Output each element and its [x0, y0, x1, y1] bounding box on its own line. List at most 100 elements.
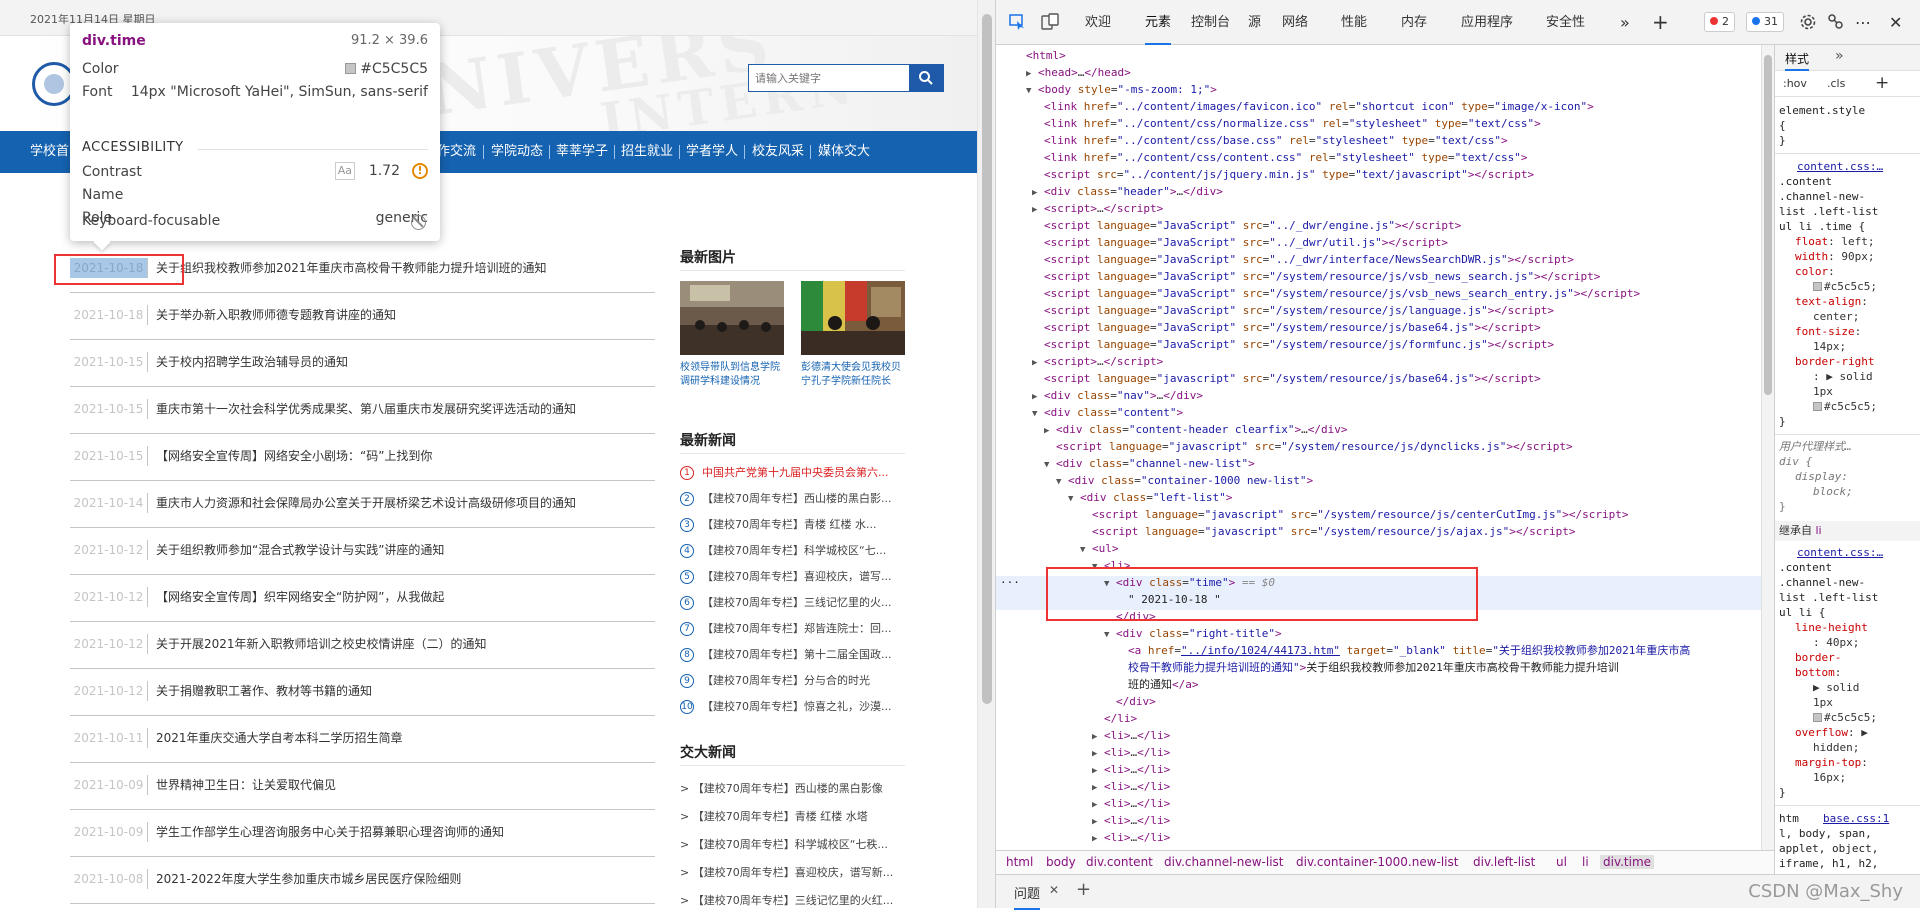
tab-performance[interactable]: 性能 [1341, 0, 1367, 45]
dom-node[interactable]: <link href="../content/images/favicon.ic… [1044, 98, 1594, 115]
style-prop[interactable]: border- [1795, 650, 1841, 665]
style-prop[interactable]: hidden; [1813, 740, 1859, 755]
style-selector[interactable]: list .left-list [1779, 204, 1878, 219]
jd-news-item[interactable]: > 【建校70周年专栏】三线记忆里的火红... [680, 892, 905, 908]
style-prop[interactable]: bottom: [1795, 665, 1841, 680]
style-prop[interactable]: line-height [1795, 620, 1868, 635]
list-item[interactable]: 2021-10-15 重庆市第十一次社会科学优秀成果奖、第八届重庆市发展研究奖评选… [70, 387, 655, 434]
dom-node[interactable]: ▶ <div class="content-header clearfix">…<… [1044, 421, 1347, 438]
list-item[interactable]: 2021-10-14 重庆市人力资源和社会保障局办公室关于开展桥梁艺术设计高级研修… [70, 481, 655, 528]
style-prop[interactable]: : ▶ solid [1813, 369, 1873, 384]
tab-network[interactable]: 网络 [1282, 0, 1308, 45]
style-selector[interactable]: htm base.css:1 [1779, 811, 1889, 826]
tab-elements[interactable]: 元素 [1145, 0, 1172, 45]
dom-node[interactable]: ▶ <script>…</script> [1032, 200, 1163, 217]
nav-item[interactable]: 学者学人 [686, 131, 738, 173]
dom-node[interactable]: ▶ <li>…</li> [1092, 812, 1170, 829]
search-input[interactable] [749, 65, 909, 91]
dom-node[interactable]: ▶ <li>…</li> [1092, 744, 1170, 761]
nav-item[interactable]: 作交流 [437, 131, 476, 173]
dom-node[interactable]: ▶ <li>…</li> [1092, 761, 1170, 778]
list-item-title[interactable]: 关于捐赠教职工著作、教材等书籍的通知 [156, 681, 651, 701]
dom-node[interactable]: </li> [1104, 710, 1137, 727]
more-tabs-icon[interactable]: » [1620, 0, 1630, 45]
dom-node[interactable]: ▼ <div class="content"> [1032, 404, 1183, 421]
list-item-title[interactable]: 重庆市第十一次社会科学优秀成果奖、第八届重庆市发展研究奖评选活动的通知 [156, 399, 651, 419]
breadcrumb-item[interactable]: div.container-1000.new-list [1296, 855, 1458, 869]
breadcrumb-item[interactable]: body [1046, 855, 1076, 869]
add-tab-icon[interactable]: + [1652, 0, 1669, 45]
style-prop[interactable]: color: [1795, 264, 1835, 279]
page-scrollbar-thumb[interactable] [982, 14, 992, 704]
list-item-title[interactable]: 关于组织教师参加“混合式教学设计与实践”讲座的通知 [156, 540, 651, 560]
style-prop[interactable]: 1px [1813, 384, 1833, 399]
style-selector[interactable]: ul li .time { [1779, 219, 1865, 234]
news-item[interactable]: 1 中国共产党第十九届中央委员会第六... [680, 464, 905, 482]
cls-toggle[interactable]: .cls [1827, 77, 1845, 90]
style-prop[interactable]: width: 90px; [1795, 249, 1874, 264]
style-prop[interactable]: 16px; [1813, 770, 1846, 785]
tab-security[interactable]: 安全性 [1546, 0, 1585, 45]
list-item-title[interactable]: 【网络安全宣传周】网络安全小剧场：“码”上找到你 [156, 446, 651, 466]
dom-node[interactable]: ▶ <script>…</script> [1032, 353, 1163, 370]
list-item[interactable]: 2021-10-11 2021年重庆交通大学自考本科二学历招生简章 [70, 716, 655, 763]
tab-console[interactable]: 控制台 [1191, 0, 1230, 45]
news-item[interactable]: 2 【建校70周年专栏】西山楼的黑白影... [680, 490, 905, 508]
breadcrumb-item[interactable]: div.content [1086, 855, 1153, 869]
nav-item[interactable]: 学校首 [30, 131, 69, 173]
hov-toggle[interactable]: :hov [1783, 77, 1807, 90]
breadcrumb-item[interactable]: html [1006, 855, 1033, 869]
breadcrumb-item[interactable]: ul [1556, 855, 1567, 869]
breadcrumb-item[interactable]: div.channel-new-list [1164, 855, 1284, 869]
list-item-title[interactable]: 重庆市人力资源和社会保障局办公室关于开展桥梁艺术设计高级研修项目的通知 [156, 493, 651, 513]
style-selector[interactable]: .channel-new- [1779, 575, 1865, 590]
dom-node[interactable]: <link href="../content/css/base.css" rel… [1044, 132, 1508, 149]
news-item[interactable]: 10 【建校70周年专栏】惊喜之礼，沙漠... [680, 698, 905, 716]
list-item-title[interactable]: 关于举办新入职教师师德专题教育讲座的通知 [156, 305, 651, 325]
errors-badge[interactable]: 2 [1704, 12, 1735, 32]
news-photo[interactable] [801, 281, 905, 355]
dom-node[interactable]: <script language="JavaScript" src="../_d… [1044, 234, 1448, 251]
style-prop[interactable]: 1px [1813, 695, 1833, 710]
dom-node[interactable]: ▼ <div class="channel-new-list"> [1044, 455, 1255, 472]
dom-node[interactable]: ▼ <ul> [1080, 540, 1119, 557]
list-item-title[interactable]: 关于校内招聘学生政治辅导员的通知 [156, 352, 651, 372]
list-item-title[interactable]: 学生工作部学生心理咨询服务中心关于招募兼职心理咨询师的通知 [156, 822, 651, 842]
dom-node[interactable]: <a href="../info/1024/44173.htm" target=… [1128, 642, 1690, 659]
dom-node[interactable]: ▼ <div class="left-list"> [1068, 489, 1232, 506]
style-selector[interactable]: ul li { [1779, 605, 1825, 620]
dom-node[interactable]: <link href="../content/css/content.css" … [1044, 149, 1528, 166]
news-item[interactable]: 9 【建校70周年专栏】分与合的时光 [680, 672, 905, 690]
news-item[interactable]: 8 【建校70周年专栏】第十二届全国政... [680, 646, 905, 664]
nav-item[interactable]: 莘莘学子 [556, 131, 608, 173]
list-item[interactable]: 2021-10-12 关于捐赠教职工著作、教材等书籍的通知 [70, 669, 655, 716]
add-tab-icon[interactable]: + [1076, 879, 1091, 900]
style-prop[interactable]: border-right [1795, 354, 1874, 369]
list-item-title[interactable]: 2021年重庆交通大学自考本科二学历招生简章 [156, 728, 651, 748]
list-item-title[interactable]: 【网络安全宣传周】织牢网络安全“防护网”，从我做起 [156, 587, 651, 607]
jd-news-item[interactable]: > 【建校70周年专栏】西山楼的黑白影像 [680, 780, 905, 798]
breadcrumb-item[interactable]: li [1582, 855, 1589, 869]
page-scrollbar[interactable] [977, 0, 995, 908]
tab-sources[interactable]: 源 [1248, 0, 1261, 45]
dom-node[interactable]: ▼ <body style="-ms-zoom: 1;"> [1026, 81, 1217, 98]
style-selector[interactable]: .content [1779, 560, 1832, 575]
dom-node[interactable]: ▶ <li>…</li> [1092, 727, 1170, 744]
news-item[interactable]: 7 【建校70周年专栏】郑皆连院士：回... [680, 620, 905, 638]
gear-icon[interactable] [1799, 13, 1817, 31]
dom-node[interactable]: ▶ <li>…</li> [1092, 829, 1170, 846]
dom-node-dots[interactable]: ··· [1000, 574, 1020, 591]
list-item-title[interactable]: 关于开展2021年新入职教师培训之校史校情讲座（二）的通知 [156, 634, 651, 654]
style-selector[interactable]: l, body, span, [1779, 826, 1872, 841]
style-prop[interactable]: float: left; [1795, 234, 1874, 249]
dom-node[interactable]: <script src="../content/js/jquery.min.js… [1044, 166, 1534, 183]
dom-node[interactable]: <script language="JavaScript" src="/syst… [1044, 268, 1600, 285]
dom-node[interactable]: <script language="javascript" src="/syst… [1044, 370, 1541, 387]
breadcrumb-item[interactable]: div.left-list [1473, 855, 1535, 869]
list-item[interactable]: 2021-10-08 2021-2022年度大学生参加重庆市城乡居民医疗保险细则 [70, 857, 655, 904]
list-item[interactable]: 2021-10-15 关于校内招聘学生政治辅导员的通知 [70, 340, 655, 387]
style-source-link[interactable]: content.css:… [1797, 545, 1883, 560]
tab-welcome[interactable]: 欢迎 [1085, 0, 1111, 45]
list-item[interactable]: 2021-10-12 【网络安全宣传周】织牢网络安全“防护网”，从我做起 [70, 575, 655, 622]
dom-node[interactable]: ▶ <li>…</li> [1092, 778, 1170, 795]
